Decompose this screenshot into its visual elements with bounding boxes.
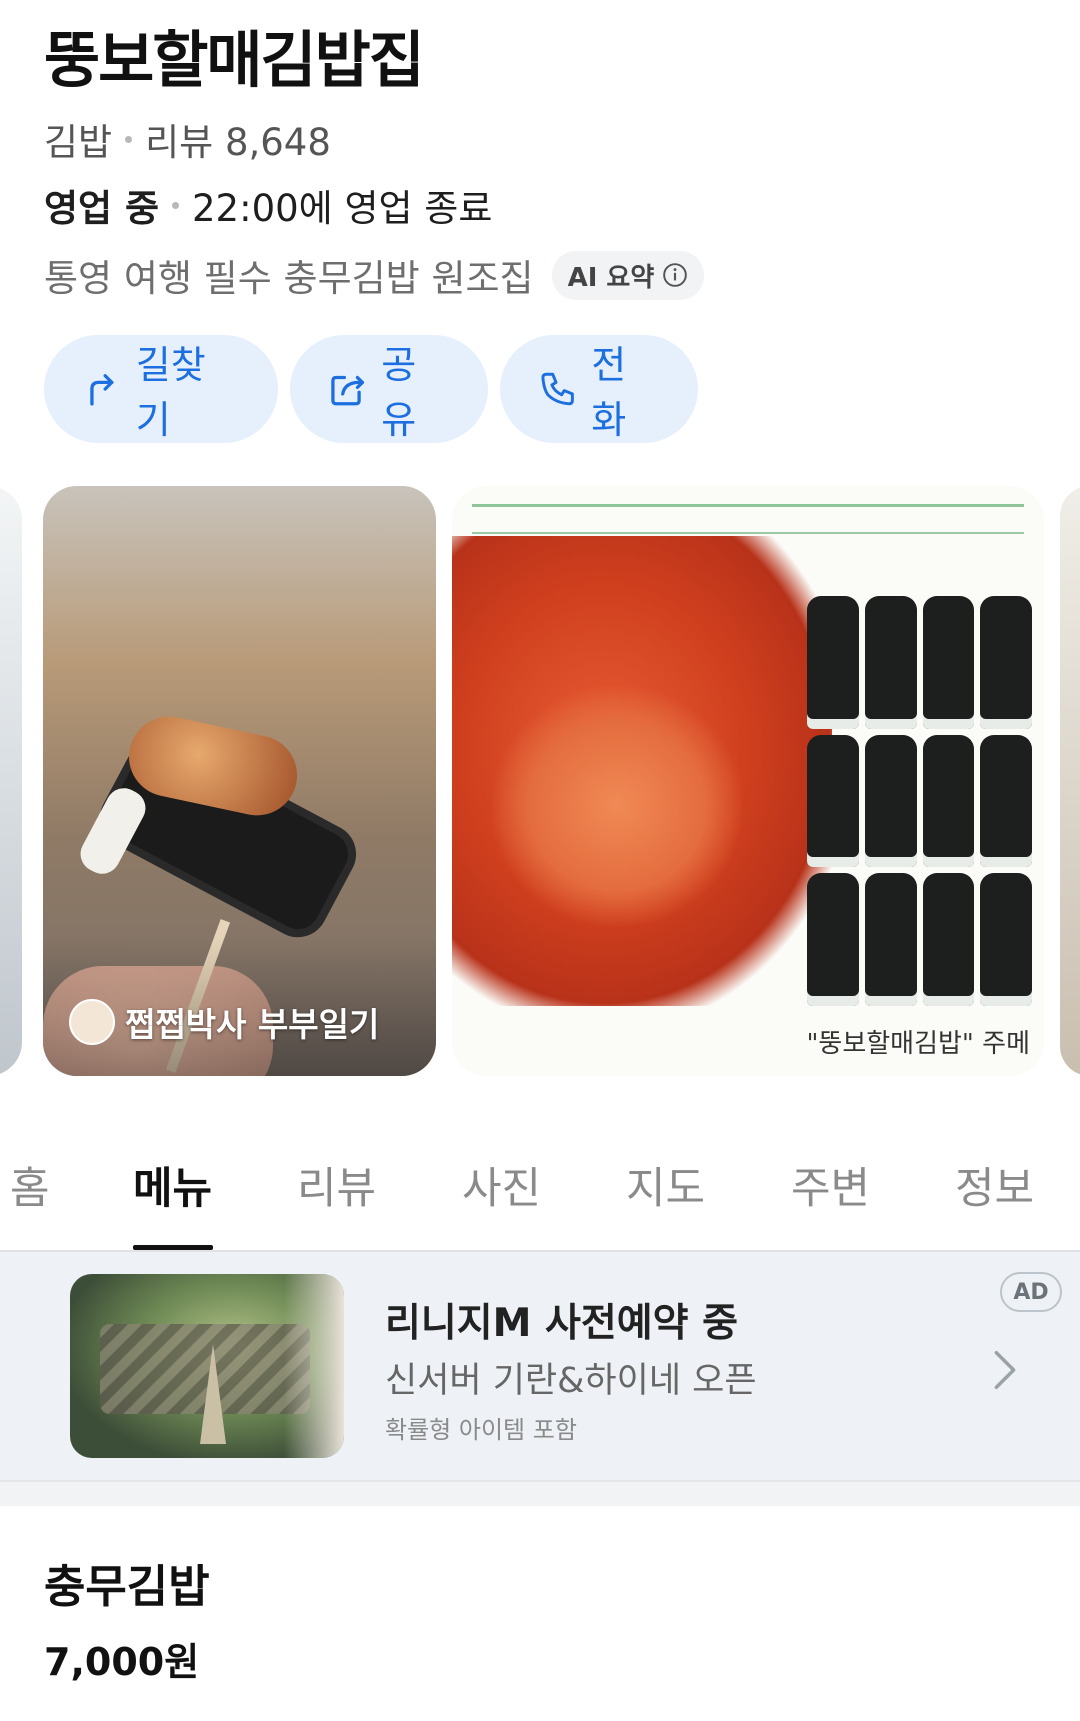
photo-thumbnail[interactable] (0, 486, 22, 1076)
chevron-right-icon (994, 1351, 1016, 1389)
ad-image (70, 1274, 344, 1458)
review-count: 8,648 (224, 121, 331, 164)
open-status: 영업 중 (44, 187, 160, 230)
share-button[interactable]: 공유 (290, 335, 488, 443)
call-button[interactable]: 전화 (500, 335, 698, 443)
summary-line: 통영 여행 필수 충무김밥 원조집 AI 요약 (44, 248, 705, 302)
ad-note: 확률형 아이템 포함 (385, 1416, 577, 1444)
ai-summary-badge[interactable]: AI 요약 (551, 250, 705, 300)
ad-subtitle: 신서버 기란&하이네 오픈 (385, 1361, 757, 1401)
avatar (69, 999, 115, 1045)
menu-item-name: 충무김밥 (44, 1560, 210, 1613)
ai-summary-label: AI 요약 (567, 262, 655, 293)
photo-content (492, 686, 742, 926)
photo-thumbnail[interactable] (1060, 486, 1080, 1076)
separator-dot (125, 135, 133, 143)
tab-menu[interactable]: 메뉴 (133, 1154, 212, 1216)
photo-carousel[interactable]: 쩝쩝박사 부부일기 "뚱보할매김밥" 주메 (0, 486, 1080, 1076)
photo-content (472, 532, 1024, 534)
menu-item[interactable]: 충무김밥 7,000원 (44, 1550, 210, 1686)
photo-thumbnail[interactable]: 쩝쩝박사 부부일기 (43, 486, 436, 1076)
ad-banner[interactable]: 리니지M 사전예약 중 신서버 기란&하이네 오픈 확률형 아이템 포함 AD (0, 1252, 1080, 1480)
phone-icon (541, 372, 574, 406)
photo-text: "뚱보할매김밥" 주메 (806, 1029, 1030, 1059)
tab-photos[interactable]: 사진 (462, 1154, 541, 1216)
tab-info[interactable]: 정보 (955, 1154, 1034, 1216)
share-icon (331, 375, 365, 406)
category-line: 김밥 리뷰 8,648 (44, 112, 331, 166)
closing-time: 22:00에 영업 종료 (192, 187, 493, 230)
share-label: 공유 (381, 343, 417, 442)
photo-caption: 쩝쩝박사 부부일기 (69, 998, 379, 1046)
photo-thumbnail[interactable]: "뚱보할매김밥" 주메 (452, 486, 1044, 1076)
photo-author: 쩝쩝박사 부부일기 (125, 1005, 380, 1044)
route-arrow-icon (90, 374, 114, 406)
place-category: 김밥 (44, 121, 113, 164)
tab-bar: 홈 메뉴 리뷰 사진 지도 주변 정보 (0, 1130, 1080, 1252)
ad-badge[interactable]: AD (1000, 1272, 1062, 1312)
place-summary: 통영 여행 필수 충무김밥 원조집 (44, 257, 534, 300)
place-title: 뚱보할매김밥집 (44, 25, 425, 96)
review-label: 리뷰 (145, 121, 214, 164)
directions-button[interactable]: 길찾기 (44, 335, 278, 443)
photo-content (472, 504, 1024, 507)
tab-home[interactable]: 홈 (10, 1154, 50, 1216)
action-buttons: 길찾기 공유 전화 (44, 335, 698, 443)
place-header: 뚱보할매김밥집 김밥 리뷰 8,648 영업 중 22:00에 영업 종료 통영… (0, 0, 1080, 460)
menu-item-price: 7,000원 (44, 1640, 200, 1684)
separator-dot (172, 201, 180, 209)
directions-label: 길찾기 (135, 343, 206, 442)
hours-line[interactable]: 영업 중 22:00에 영업 종료 (44, 178, 492, 232)
section-divider (0, 1480, 1080, 1506)
review-link[interactable]: 리뷰 8,648 (145, 112, 331, 166)
tab-map[interactable]: 지도 (626, 1154, 705, 1216)
ad-title: 리니지M 사전예약 중 (385, 1301, 739, 1346)
info-icon (663, 263, 688, 287)
tab-nearby[interactable]: 주변 (791, 1154, 870, 1216)
photo-content (807, 596, 1032, 1006)
call-label: 전화 (591, 343, 627, 442)
tab-reviews[interactable]: 리뷰 (297, 1154, 376, 1216)
